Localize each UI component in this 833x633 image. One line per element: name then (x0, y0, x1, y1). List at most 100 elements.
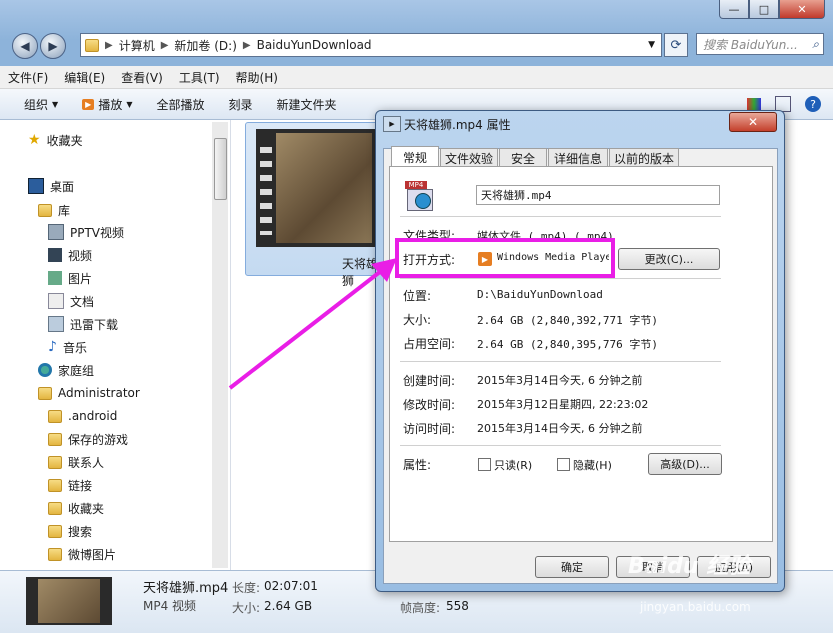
tab-previous-versions[interactable]: 以前的版本 (609, 148, 679, 167)
sidebar-item-android[interactable]: .android (48, 406, 117, 426)
sidebar-item-searches[interactable]: 搜索 (48, 521, 92, 541)
play-button[interactable]: ▶ 播放 ▼ (70, 96, 144, 113)
created-label: 创建时间: (403, 374, 456, 388)
sidebar-item-desktop[interactable]: 桌面 (28, 176, 74, 196)
minimize-button[interactable]: — (719, 0, 749, 19)
folder-icon (48, 455, 62, 469)
scroll-thumb[interactable] (214, 138, 227, 200)
tab-checksum[interactable]: 文件效验 (440, 148, 498, 167)
chevron-down-icon[interactable]: ▼ (648, 40, 661, 50)
location-label: 位置: (403, 289, 432, 303)
details-frame-height: 558 (446, 599, 469, 613)
new-folder-button[interactable]: 新建文件夹 (265, 96, 349, 113)
details-thumbnail (26, 577, 112, 625)
details-length-label: 长度: (232, 581, 261, 595)
user-folder-icon (38, 386, 52, 400)
disk-size-label: 占用空间: (403, 337, 456, 351)
folder-icon (85, 38, 99, 52)
organize-button[interactable]: 组织 ▼ (0, 96, 70, 113)
search-input[interactable]: 搜索 BaiduYun... ⌕ (696, 33, 824, 55)
menu-tools[interactable]: 工具(T) (171, 69, 228, 86)
sidebar-item-library[interactable]: 库 (38, 200, 70, 220)
sidebar-item-weibo[interactable]: 微博图片 (48, 544, 116, 564)
menu-bar: 文件(F) 编辑(E) 查看(V) 工具(T) 帮助(H) (0, 66, 833, 89)
details-size: 2.64 GB (264, 599, 313, 613)
folder-icon (48, 501, 62, 515)
filename-field[interactable]: 天将雄狮.mp4 (476, 185, 720, 205)
divider (400, 278, 721, 279)
film-icon (48, 248, 62, 262)
size-label: 大小: (403, 313, 432, 327)
sidebar-item-pictures[interactable]: 图片 (48, 268, 92, 288)
play-all-button[interactable]: 全部播放 (145, 96, 217, 113)
view-icon[interactable] (747, 98, 761, 110)
navigation-pane: ★ 收藏夹 桌面 库 PPTV视频 视频 图片 文档 迅雷下载 ♪ 音乐 家庭组 A… (0, 120, 231, 570)
sidebar-item-music[interactable]: ♪ 音乐 (48, 337, 87, 357)
divider (400, 445, 721, 446)
forward-button[interactable]: ▶ (40, 33, 66, 59)
crumb-computer[interactable]: 计算机 (115, 37, 159, 54)
music-icon: ♪ (48, 339, 57, 355)
video-thumbnail (256, 129, 376, 247)
tab-security[interactable]: 安全 (499, 148, 547, 167)
dialog-title: 天将雄狮.mp4 属性 (404, 118, 511, 132)
accessed-value: 2015年3月14日今天, 6 分钟之前 (477, 422, 643, 435)
folder-icon (48, 478, 62, 492)
sidebar-item-thunder[interactable]: 迅雷下载 (48, 314, 118, 334)
size-value: 2.64 GB (2,840,392,771 字节) (477, 314, 658, 327)
details-type: MP4 视频 (143, 599, 197, 613)
menu-edit[interactable]: 编辑(E) (56, 69, 113, 86)
menu-view[interactable]: 查看(V) (113, 69, 171, 86)
download-library-icon (48, 316, 64, 332)
search-icon: ⌕ (812, 36, 819, 51)
watermark-logo: Baidu 经验 (628, 554, 751, 579)
sidebar-item-homegroup[interactable]: 家庭组 (38, 360, 94, 380)
sidebar-item-pptv[interactable]: PPTV视频 (48, 222, 124, 242)
location-value: D:\BaiduYunDownload (477, 288, 603, 301)
dialog-close-button[interactable]: ✕ (729, 112, 777, 132)
mp4-file-icon: MP4 (405, 181, 435, 211)
film-strip-icon (260, 139, 272, 235)
refresh-icon[interactable]: ⟳ (664, 33, 688, 57)
divider (400, 361, 721, 362)
menu-file[interactable]: 文件(F) (0, 69, 56, 86)
folder-icon (48, 432, 62, 446)
tab-details[interactable]: 详细信息 (548, 148, 608, 167)
crumb-folder[interactable]: BaiduYunDownload (253, 38, 376, 52)
crumb-drive[interactable]: 新加卷 (D:) (170, 37, 240, 54)
disk-size-value: 2.64 GB (2,840,395,776 字节) (477, 338, 658, 351)
details-size-label: 大小: (232, 601, 261, 615)
library-icon (38, 203, 52, 217)
address-bar[interactable]: ▶ 计算机 ▶ 新加卷 (D:) ▶ BaiduYunDownload ▼ (80, 33, 662, 57)
burn-button[interactable]: 刻录 (217, 96, 265, 113)
menu-help[interactable]: 帮助(H) (228, 69, 286, 86)
sidebar-item-videos[interactable]: 视频 (48, 245, 92, 265)
close-button[interactable]: ✕ (779, 0, 825, 19)
general-tab-panel (389, 166, 773, 542)
sidebar-item-administrator[interactable]: Administrator (38, 383, 140, 403)
help-icon[interactable]: ? (805, 96, 821, 112)
sidebar-item-favorites2[interactable]: 收藏夹 (48, 498, 104, 518)
window-controls: — □ ✕ (719, 0, 825, 20)
sidebar-item-documents[interactable]: 文档 (48, 291, 94, 311)
highlight-box (395, 238, 615, 278)
maximize-button[interactable]: □ (749, 0, 779, 19)
sidebar-item-favorites[interactable]: ★ 收藏夹 (28, 130, 83, 150)
readonly-checkbox[interactable] (478, 458, 491, 471)
attributes-label: 属性: (403, 458, 432, 472)
folder-icon (48, 409, 62, 423)
sidebar-item-contacts[interactable]: 联系人 (48, 452, 104, 472)
ok-button[interactable]: 确定 (535, 556, 609, 578)
sidebar-item-saved-games[interactable]: 保存的游戏 (48, 429, 128, 449)
advanced-button[interactable]: 高级(D)... (648, 453, 722, 475)
chevron-down-icon: ▼ (126, 99, 133, 109)
sidebar-item-links[interactable]: 链接 (48, 475, 92, 495)
hidden-label: 隐藏(H) (573, 459, 612, 472)
media-file-icon: ▶ (383, 116, 401, 132)
back-button[interactable]: ◀ (12, 33, 38, 59)
tab-general[interactable]: 常规 (391, 146, 439, 167)
picture-icon (48, 271, 62, 285)
change-button[interactable]: 更改(C)... (618, 248, 720, 270)
hidden-checkbox[interactable] (557, 458, 570, 471)
modified-value: 2015年3月12日星期四, 22:23:02 (477, 398, 649, 411)
